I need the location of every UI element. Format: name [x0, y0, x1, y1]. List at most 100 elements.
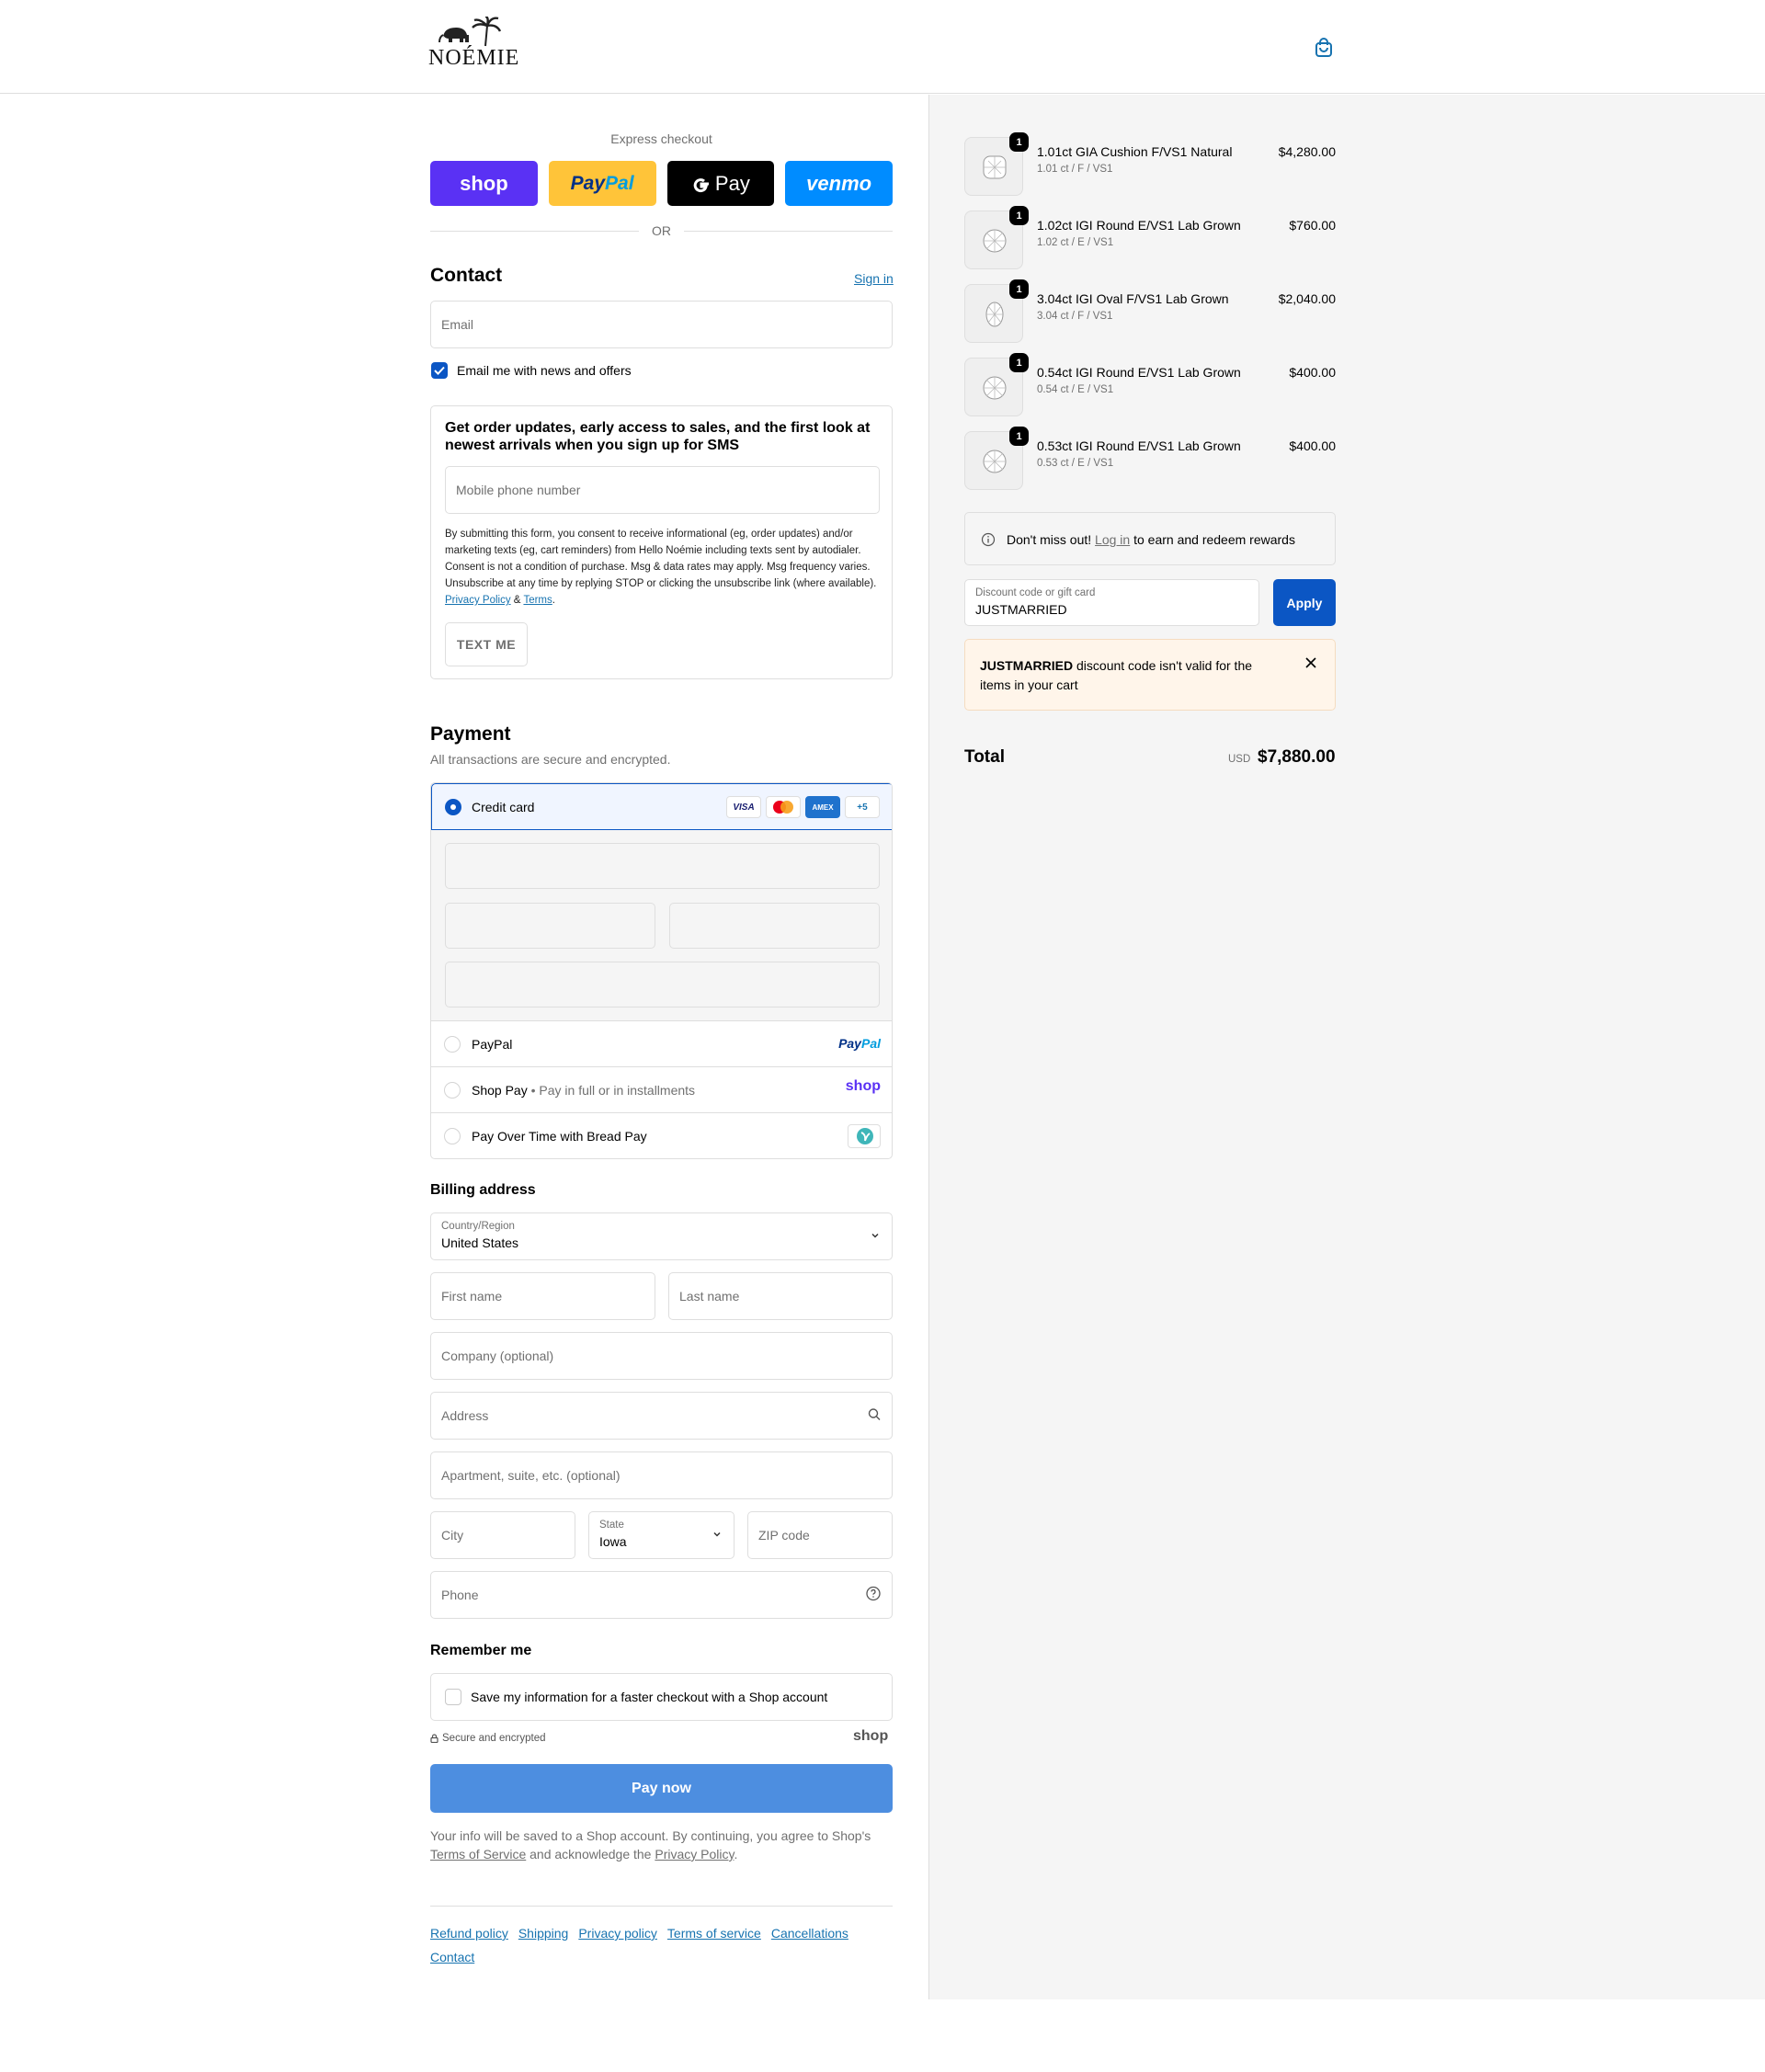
- phone-field[interactable]: Phone: [430, 1571, 893, 1619]
- shop-pay-option[interactable]: Shop Pay • Pay in full or in installment…: [431, 1067, 892, 1113]
- save-info-checkbox[interactable]: [445, 1689, 461, 1705]
- first-name-placeholder: First name: [441, 1289, 503, 1304]
- text-me-button[interactable]: TEXT ME: [445, 622, 528, 666]
- rewards-text-b: to earn and redeem rewards: [1133, 532, 1295, 547]
- or-divider: OR: [430, 222, 893, 240]
- item-variant: 1.02 ct / E / VS1: [1037, 237, 1114, 248]
- item-name: 1.01ct GIA Cushion F/VS1 Natural: [1037, 144, 1233, 159]
- address-field[interactable]: Address: [430, 1392, 893, 1440]
- first-name-field[interactable]: First name: [430, 1272, 655, 1320]
- zip-field[interactable]: ZIP code: [747, 1511, 893, 1559]
- footer-links: Refund policy Shipping Privacy policy Terms…: [430, 1921, 893, 1969]
- card-number-field[interactable]: [445, 843, 880, 889]
- sms-terms-link[interactable]: Terms: [523, 595, 552, 606]
- quantity-badge: 1: [1009, 279, 1029, 299]
- item-name: 0.54ct IGI Round E/VS1 Lab Grown: [1037, 365, 1241, 380]
- privacy-policy-link[interactable]: Privacy policy: [578, 1926, 657, 1941]
- contact-link[interactable]: Contact: [430, 1950, 474, 1964]
- paypal-button[interactable]: Pay Pal: [548, 161, 656, 206]
- rewards-text: Don't miss out! Log in to earn and redee…: [1007, 532, 1295, 547]
- discount-code-field[interactable]: Discount code or gift card JUSTMARRIED: [964, 579, 1259, 626]
- sms-title: Get order updates, early access to sales…: [445, 420, 871, 453]
- consent-privacy-link[interactable]: Privacy Policy: [655, 1847, 734, 1861]
- shop-logo: shop: [845, 1078, 881, 1094]
- sms-privacy-link[interactable]: Privacy Policy: [445, 595, 511, 606]
- item-variant: 3.04 ct / F / VS1: [1037, 311, 1113, 322]
- item-price: $400.00: [1289, 365, 1336, 380]
- google-g-icon: [693, 177, 709, 192]
- paypal-logo-b: Pal: [860, 1036, 881, 1051]
- discount-error-text: JUSTMARRIED discount code isn't valid fo…: [980, 656, 1274, 695]
- country-select[interactable]: Country/Region United States: [430, 1212, 893, 1260]
- sms-legal-body: By submitting this form, you consent to …: [445, 529, 877, 589]
- name-on-card-field[interactable]: [445, 962, 880, 1008]
- cancellations-link[interactable]: Cancellations: [771, 1926, 848, 1941]
- close-icon[interactable]: [1304, 656, 1317, 669]
- refund-policy-link[interactable]: Refund policy: [430, 1926, 508, 1941]
- apartment-placeholder: Apartment, suite, etc. (optional): [441, 1468, 621, 1483]
- state-select[interactable]: State Iowa: [588, 1511, 734, 1559]
- paypal-option[interactable]: PayPal PayPal: [431, 1021, 892, 1067]
- bread-pay-radio[interactable]: [444, 1128, 461, 1144]
- brand-logo[interactable]: NOÉMIE: [428, 17, 518, 75]
- shipping-link[interactable]: Shipping: [518, 1926, 569, 1941]
- google-pay-button[interactable]: Pay: [666, 161, 775, 206]
- rewards-banner: Don't miss out! Log in to earn and redee…: [964, 512, 1336, 565]
- state-label: State: [599, 1520, 624, 1531]
- apply-discount-button[interactable]: Apply: [1273, 579, 1336, 626]
- email-news-checkbox[interactable]: [431, 362, 448, 379]
- email-field[interactable]: Email: [430, 301, 893, 348]
- billing-heading: Billing address: [430, 1182, 536, 1198]
- or-label: OR: [652, 223, 671, 238]
- total-amount: $7,880.00: [1258, 747, 1336, 767]
- credit-card-option[interactable]: Credit card VISA AMEX +5: [431, 783, 892, 830]
- security-code-field[interactable]: [669, 903, 880, 949]
- shop-pay-button[interactable]: shop: [430, 161, 538, 206]
- payment-methods: Credit card VISA AMEX +5 PayPal PayPal S…: [430, 782, 893, 1159]
- city-field[interactable]: City: [430, 1511, 575, 1559]
- contact-heading: Contact: [430, 265, 503, 286]
- search-icon: [868, 1408, 881, 1424]
- currency-code: USD: [1228, 754, 1251, 765]
- info-icon: [981, 532, 996, 547]
- phone-placeholder: Phone: [441, 1588, 479, 1602]
- shop-pay-radio[interactable]: [444, 1082, 461, 1099]
- item-variant: 0.53 ct / E / VS1: [1037, 458, 1114, 469]
- state-value: Iowa: [599, 1534, 627, 1549]
- shopping-bag-icon[interactable]: [1313, 37, 1335, 59]
- pay-now-button[interactable]: Pay now: [430, 1764, 893, 1813]
- cart-item: 1 3.04ct IGI Oval F/VS1 Lab Grown 3.04 c…: [964, 279, 1336, 343]
- venmo-button[interactable]: venmo: [785, 161, 893, 206]
- remember-heading: Remember me: [430, 1643, 532, 1658]
- expiration-field[interactable]: [445, 903, 655, 949]
- company-field[interactable]: Company (optional): [430, 1332, 893, 1380]
- credit-card-radio[interactable]: [445, 799, 461, 815]
- shop-pay-sub: Pay in full or in installments: [539, 1083, 696, 1098]
- rewards-text-a: Don't miss out!: [1007, 532, 1092, 547]
- elephant-palm-icon: [438, 17, 502, 47]
- remember-box: Save my information for a faster checkou…: [430, 1673, 893, 1721]
- mobile-phone-field[interactable]: Mobile phone number: [445, 466, 880, 514]
- secure-label: Secure and encrypted: [442, 1733, 546, 1744]
- terms-of-service-footer-link[interactable]: Terms of service: [667, 1926, 761, 1941]
- apartment-field[interactable]: Apartment, suite, etc. (optional): [430, 1452, 893, 1499]
- rewards-login-link[interactable]: Log in: [1095, 532, 1130, 547]
- email-placeholder: Email: [441, 317, 474, 332]
- mobile-phone-placeholder: Mobile phone number: [456, 483, 581, 497]
- discount-label: Discount code or gift card: [975, 587, 1096, 598]
- last-name-field[interactable]: Last name: [668, 1272, 893, 1320]
- shop-consent-text: Your info will be saved to a Shop accoun…: [430, 1827, 893, 1863]
- cart-item: 1 0.53ct IGI Round E/VS1 Lab Grown 0.53 …: [964, 427, 1336, 490]
- bread-pay-option[interactable]: Pay Over Time with Bread Pay: [431, 1113, 892, 1158]
- quantity-badge: 1: [1009, 132, 1029, 152]
- help-icon[interactable]: [866, 1586, 881, 1604]
- google-pay-label: Pay: [714, 171, 750, 195]
- bread-pay-label: Pay Over Time with Bread Pay: [472, 1129, 647, 1144]
- terms-of-service-link[interactable]: Terms of Service: [430, 1847, 526, 1861]
- sign-in-link[interactable]: Sign in: [854, 271, 894, 286]
- sms-period: .: [552, 595, 555, 606]
- paypal-radio[interactable]: [444, 1036, 461, 1053]
- city-placeholder: City: [441, 1528, 464, 1543]
- quantity-badge: 1: [1009, 427, 1029, 446]
- cart-item: 1 1.02ct IGI Round E/VS1 Lab Grown 1.02 …: [964, 206, 1336, 269]
